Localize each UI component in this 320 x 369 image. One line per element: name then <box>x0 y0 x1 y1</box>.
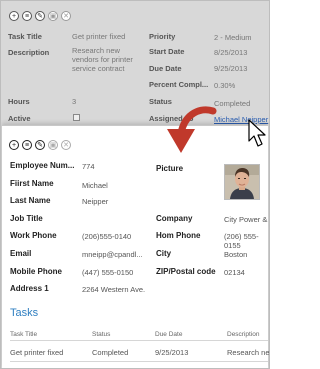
save-icon: ▣ <box>49 141 57 149</box>
hours-value[interactable]: 3 <box>72 97 76 106</box>
cancel-icon: ✕ <box>63 141 69 149</box>
delete-icon: ≡ <box>24 141 30 149</box>
company-value[interactable]: City Power & <box>224 215 267 224</box>
employee-form: + ≡ ✎ ▣ ✕ Employee Num... 774 Fiirst Nam… <box>2 125 270 368</box>
curved-arrow-icon <box>167 106 217 153</box>
due-date-label: Due Date <box>149 64 182 73</box>
mobile-phone-value[interactable]: (447) 555-0150 <box>82 268 133 277</box>
first-name-label: Fiirst Name <box>10 179 54 188</box>
add-icon: + <box>11 12 17 20</box>
task-row-due-date: 9/25/2013 <box>155 348 189 357</box>
delete-icon: ≡ <box>24 12 30 20</box>
task-toolbar: + ≡ ✎ ▣ ✕ <box>9 11 71 21</box>
description-value[interactable]: Research new vendors for printer service… <box>72 46 133 73</box>
last-name-label: Last Name <box>10 196 51 205</box>
tasks-header-description[interactable]: Description <box>227 331 260 338</box>
address-value[interactable]: 2264 Western Ave. <box>82 285 145 294</box>
start-date-label: Start Date <box>149 47 185 56</box>
due-date-value[interactable]: 9/25/2013 <box>214 64 247 73</box>
edit-icon: ✎ <box>37 12 43 20</box>
task-add-button[interactable]: + <box>9 11 19 21</box>
description-line: service contract <box>72 64 125 73</box>
task-save-button[interactable]: ▣ <box>48 11 58 21</box>
employee-add-button[interactable]: + <box>9 140 19 150</box>
zip-code-value[interactable]: 02134 <box>224 268 245 277</box>
description-label: Description <box>8 48 50 57</box>
tasks-row-divider <box>10 361 268 362</box>
description-line: vendors for printer <box>72 55 133 64</box>
tasks-heading: Tasks <box>10 307 39 319</box>
start-date-value[interactable]: 8/25/2013 <box>214 48 247 57</box>
task-title-value[interactable]: Get printer fixed <box>72 32 125 41</box>
task-delete-button[interactable]: ≡ <box>22 11 32 21</box>
employee-save-button[interactable]: ▣ <box>48 140 58 150</box>
employee-number-label: Employee Num... <box>10 161 75 170</box>
employee-photo-image <box>225 165 259 199</box>
percent-complete-label: Percent Compl... <box>149 80 209 89</box>
hours-label: Hours <box>8 97 30 106</box>
priority-value[interactable]: 2 - Medium <box>214 33 252 42</box>
city-label: City <box>156 249 172 258</box>
employee-edit-button[interactable]: ✎ <box>35 140 45 150</box>
company-label: Company <box>156 214 193 223</box>
home-phone-value[interactable]: (206) 555-0155 <box>224 232 268 250</box>
percent-complete-value[interactable]: 0.30% <box>214 81 235 90</box>
work-phone-value[interactable]: (206)555-0140 <box>82 232 131 241</box>
employee-delete-button[interactable]: ≡ <box>22 140 32 150</box>
zip-code-label: ZIP/Postal code <box>156 267 216 276</box>
task-row-title: Get printer fixed <box>10 348 64 357</box>
active-label: Active <box>8 114 31 123</box>
save-icon: ▣ <box>49 12 57 20</box>
employee-toolbar: + ≡ ✎ ▣ ✕ <box>9 140 71 150</box>
task-title-label: Task Title <box>8 32 42 41</box>
task-row-status: Completed <box>92 348 129 357</box>
address-label: Address 1 <box>10 284 49 293</box>
task-cancel-button[interactable]: ✕ <box>61 11 71 21</box>
tasks-header-task-title[interactable]: Task Title <box>10 331 37 338</box>
picture-label: Picture <box>156 164 184 173</box>
job-title-label: Job Title <box>10 214 43 223</box>
email-label: Email <box>10 249 32 258</box>
description-line: Research new <box>72 46 120 55</box>
last-name-value[interactable]: Neipper <box>82 197 108 206</box>
add-icon: + <box>11 141 17 149</box>
first-name-value[interactable]: Michael <box>82 181 108 190</box>
city-value[interactable]: Boston <box>224 250 247 259</box>
status-value[interactable]: Completed <box>214 99 250 108</box>
employee-photo[interactable] <box>224 164 260 200</box>
tasks-header-divider <box>10 340 268 341</box>
edit-icon: ✎ <box>37 141 43 149</box>
employee-number-value[interactable]: 774 <box>82 162 95 171</box>
active-checkbox[interactable] <box>73 114 80 121</box>
task-edit-button[interactable]: ✎ <box>35 11 45 21</box>
task-row-description: Research new <box>227 348 270 357</box>
cancel-icon: ✕ <box>63 12 69 20</box>
employee-cancel-button[interactable]: ✕ <box>61 140 71 150</box>
mobile-phone-label: Mobile Phone <box>10 267 62 276</box>
mouse-pointer-icon <box>248 119 266 147</box>
priority-label: Priority <box>149 32 176 41</box>
screenshot-frame: + ≡ ✎ ▣ ✕ Task Title Get printer fixed D… <box>0 0 270 369</box>
home-phone-label: Hom Phone <box>156 231 201 240</box>
tasks-header-status[interactable]: Status <box>92 331 110 338</box>
tasks-header-due-date[interactable]: Due Date <box>155 331 182 338</box>
email-value[interactable]: mneipp@cpandl... <box>82 250 143 259</box>
work-phone-label: Work Phone <box>10 231 57 240</box>
